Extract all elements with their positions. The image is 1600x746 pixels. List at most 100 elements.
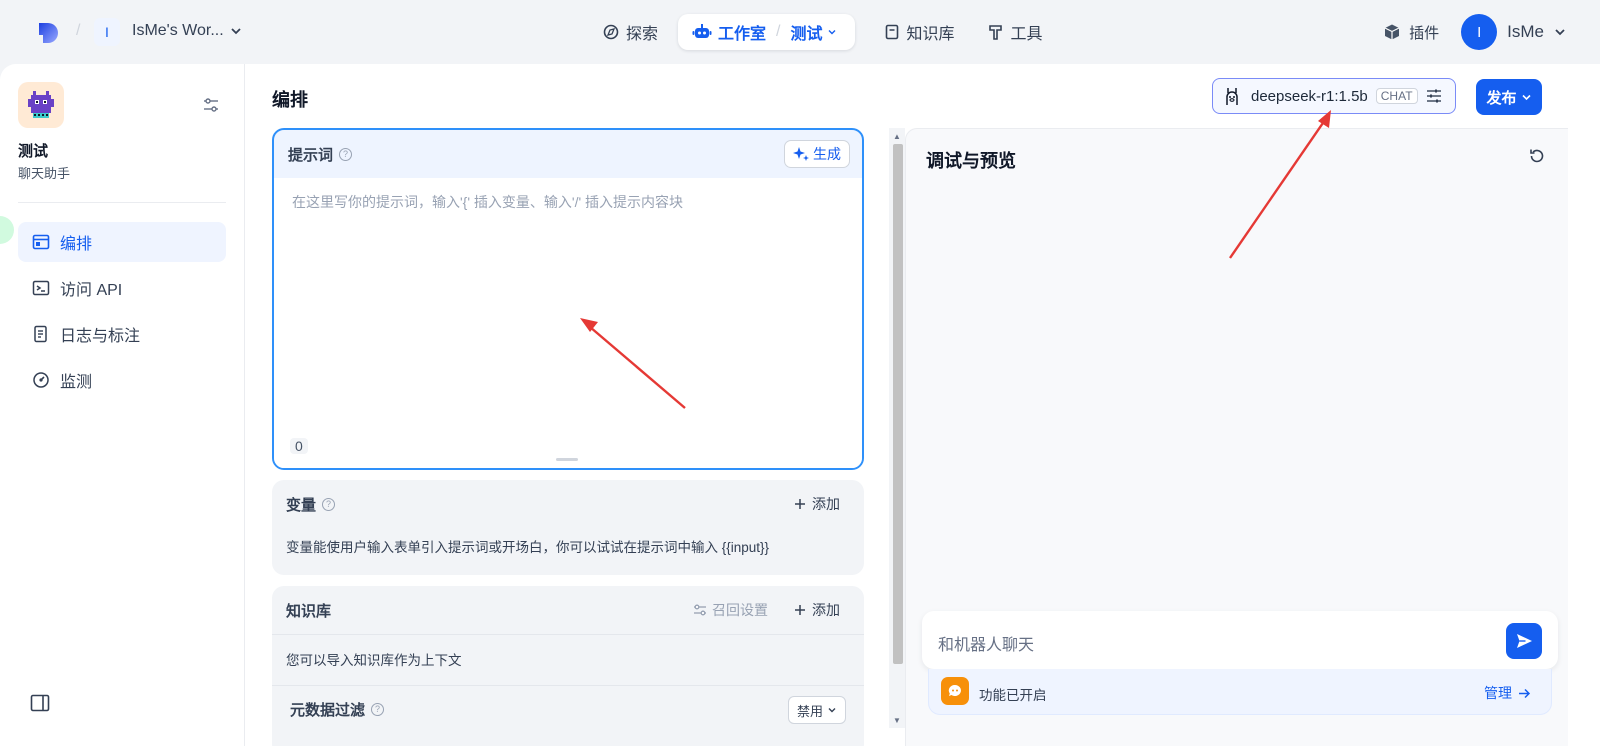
sparkle-icon xyxy=(793,147,809,161)
nav-knowledge-label: 知识库 xyxy=(906,26,955,43)
file-list-icon xyxy=(34,325,47,343)
variables-description: 变量能使用户输入表单引入提示词或开场白，你可以试试在提示词中输入 {{input… xyxy=(286,540,770,555)
recall-label: 召回设置 xyxy=(712,602,768,618)
book-icon xyxy=(885,24,898,40)
generate-button[interactable]: 生成 xyxy=(784,140,850,168)
divider xyxy=(272,634,864,635)
manage-label: 管理 xyxy=(1484,685,1512,701)
chat-input[interactable]: 和机器人聊天 xyxy=(922,611,1558,669)
terminal-icon xyxy=(32,280,50,296)
current-app-selector[interactable]: 测试 xyxy=(790,20,836,44)
chevron-down-icon xyxy=(231,28,241,35)
cube-icon xyxy=(1384,24,1400,40)
sidebar-item-label: 访问 API xyxy=(60,282,123,299)
features-status: 功能已开启 xyxy=(979,688,1047,703)
model-selector[interactable]: deepseek-r1:1.5b CHAT xyxy=(1212,78,1456,114)
sidebar-item-label: 监测 xyxy=(60,374,93,391)
main-nav: 探索 工作室 / 测试 知识库 工具 xyxy=(590,14,1055,50)
debug-preview-panel: 调试与预览 和机器人聊天 功能已开启 管理 xyxy=(905,128,1568,746)
sidebar-menu: 编排 访问 API 日志与标注 监测 xyxy=(18,222,226,406)
metadata-filter-value: 禁用 xyxy=(796,703,823,719)
app-type: 聊天助手 xyxy=(18,166,71,181)
add-variable-button[interactable]: 添加 xyxy=(794,494,840,514)
sidebar-collapse-icon[interactable] xyxy=(30,694,50,712)
sidebar-item-label: 日志与标注 xyxy=(60,328,141,345)
prompt-header: 提示词 ? 生成 xyxy=(274,130,862,178)
plus-icon xyxy=(795,499,805,509)
workspace-avatar[interactable]: I xyxy=(94,18,120,46)
knowledge-actions: 召回设置 添加 xyxy=(693,600,840,620)
nav-knowledge[interactable]: 知识库 xyxy=(871,14,967,50)
app-icon[interactable] xyxy=(18,82,64,128)
prompt-textarea[interactable]: 在这里写你的提示词，输入'{' 插入变量、输入'/' 插入提示内容块 0 xyxy=(274,178,862,468)
sidebar-item-label: 编排 xyxy=(60,236,93,253)
llama-icon xyxy=(1226,88,1238,105)
metadata-filter-row: 元数据过滤 ? 禁用 xyxy=(272,686,864,732)
nav-tools[interactable]: 工具 xyxy=(975,14,1055,50)
dify-logo-icon[interactable] xyxy=(36,20,62,46)
config-scrollbar-thumb[interactable] xyxy=(893,144,903,664)
sidebar-item-monitor[interactable]: 监测 xyxy=(18,360,226,400)
robot-icon xyxy=(692,24,712,38)
variables-header: 变量 ? xyxy=(272,480,864,528)
app-settings-icon[interactable] xyxy=(202,96,220,114)
arrow-right-icon xyxy=(1519,688,1531,698)
sidebar-item-logs[interactable]: 日志与标注 xyxy=(18,314,226,354)
help-icon[interactable]: ? xyxy=(371,702,385,716)
recall-settings-icon xyxy=(694,604,706,616)
sidebar-item-api[interactable]: 访问 API xyxy=(18,268,226,308)
variables-title: 变量 xyxy=(286,496,317,514)
help-icon[interactable]: ? xyxy=(322,497,336,511)
config-column: 提示词 ? 生成 在这里写你的提示词，输入'{' 插入变量、输入'/' 插入提示… xyxy=(272,128,864,746)
plugins-link[interactable]: 插件 xyxy=(1383,22,1439,43)
sliders-icon[interactable] xyxy=(1426,88,1442,104)
variables-card: 变量 ? 添加 变量能使用户输入表单引入提示词或开场白，你可以试试在提示词中输入… xyxy=(272,480,864,575)
char-count: 0 xyxy=(290,438,308,454)
main-panel: 编排 deepseek-r1:1.5b CHAT 发布 提示词 ? 生成 在这里… xyxy=(245,64,1600,746)
send-button[interactable] xyxy=(1506,623,1542,659)
features-bar: 功能已开启 管理 xyxy=(928,669,1552,715)
current-app-name: 测试 xyxy=(790,26,823,43)
manage-features-button[interactable]: 管理 xyxy=(1484,683,1531,703)
scroll-down-arrow[interactable]: ▼ xyxy=(893,716,901,725)
divider xyxy=(18,202,226,203)
variables-actions: 添加 xyxy=(794,494,840,514)
publish-button[interactable]: 发布 xyxy=(1476,79,1542,115)
refresh-icon[interactable] xyxy=(1528,147,1546,165)
nav-explore[interactable]: 探索 xyxy=(590,14,670,50)
resize-handle[interactable] xyxy=(556,458,578,461)
metadata-filter-title: 元数据过滤 xyxy=(290,701,366,719)
page-scrollbar[interactable] xyxy=(1568,64,1600,746)
layout-icon xyxy=(32,234,50,250)
add-label: 添加 xyxy=(812,496,840,512)
floating-bubble[interactable] xyxy=(0,216,14,244)
knowledge-description: 您可以导入知识库作为上下文 xyxy=(286,653,462,668)
sidebar-item-orchestrate[interactable]: 编排 xyxy=(18,222,226,262)
recall-settings-button[interactable]: 召回设置 xyxy=(693,600,768,620)
chevron-down-icon xyxy=(828,30,835,35)
metadata-filter-select[interactable]: 禁用 xyxy=(787,696,846,724)
user-name: IsMe xyxy=(1507,22,1544,41)
plugins-label: 插件 xyxy=(1409,24,1440,42)
chat-bubble-icon xyxy=(941,677,969,705)
help-icon[interactable]: ? xyxy=(339,147,353,161)
scroll-up-arrow[interactable]: ▲ xyxy=(893,132,901,141)
pixel-monster-icon xyxy=(28,91,54,118)
top-right-actions: 插件 I IsMe xyxy=(1383,14,1566,50)
nav-explore-label: 探索 xyxy=(626,26,659,43)
prompt-title: 提示词 xyxy=(288,146,334,164)
chevron-down-icon xyxy=(828,708,836,713)
breadcrumb-separator: / xyxy=(76,22,81,39)
workspace-selector[interactable]: IsMe's Wor... xyxy=(132,22,242,40)
knowledge-title: 知识库 xyxy=(286,602,332,620)
user-menu[interactable]: I IsMe xyxy=(1461,14,1566,50)
nav-tools-label: 工具 xyxy=(1010,26,1043,43)
nav-studio[interactable]: 工作室 / 测试 xyxy=(678,14,855,50)
prompt-placeholder: 在这里写你的提示词，输入'{' 插入变量、输入'/' 插入提示内容块 xyxy=(292,194,684,210)
preview-title: 调试与预览 xyxy=(926,151,1016,171)
prompt-editor-card: 提示词 ? 生成 在这里写你的提示词，输入'{' 插入变量、输入'/' 插入提示… xyxy=(272,128,864,470)
chevron-down-icon xyxy=(1521,94,1531,100)
model-mode-badge: CHAT xyxy=(1375,88,1418,104)
add-knowledge-button[interactable]: 添加 xyxy=(794,600,840,620)
chat-placeholder: 和机器人聊天 xyxy=(938,637,1035,654)
